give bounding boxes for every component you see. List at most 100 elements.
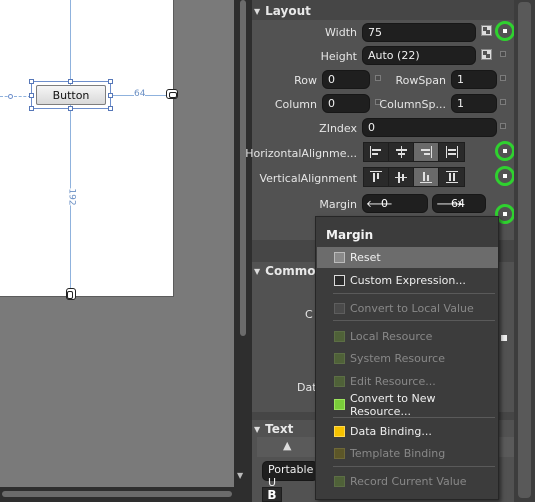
margin-left-field[interactable]: 🡐 0: [362, 194, 428, 213]
resize-handle-bottom-left[interactable]: [29, 106, 34, 111]
common-property-label: C: [305, 308, 313, 321]
bottom-margin-lock-icon[interactable]: [66, 288, 76, 300]
menu-item-reset[interactable]: Reset: [317, 247, 498, 268]
margin-left-value: 0: [381, 197, 388, 210]
bottom-margin-label: 192: [66, 188, 77, 206]
width-auto-icon[interactable]: [481, 25, 492, 36]
horizontal-alignment-advanced-options-marker[interactable]: [495, 141, 515, 161]
align-right-button[interactable]: [414, 143, 439, 161]
resize-handle-top-right[interactable]: [108, 79, 113, 84]
resize-handle-left[interactable]: [29, 93, 34, 98]
height-auto-icon[interactable]: [481, 49, 492, 60]
menu-separator: [333, 466, 495, 467]
data-binding-marker-icon: [334, 426, 345, 437]
font-tab-icon[interactable]: ▲: [283, 439, 291, 452]
rowspan-field[interactable]: 1: [451, 70, 497, 89]
align-center-button[interactable]: [389, 143, 414, 161]
align-center-icon: [395, 146, 407, 158]
font-family-field[interactable]: Portable U: [262, 461, 318, 489]
horizontal-alignment-label: HorizontalAlignme...: [245, 147, 357, 160]
menu-item-label: Edit Resource...: [350, 375, 436, 388]
valign-bottom-button[interactable]: [414, 168, 439, 186]
vertical-alignment-label: VerticalAlignment: [259, 172, 357, 185]
columnspan-options-marker[interactable]: [500, 99, 506, 105]
menu-item-convert-to-local-value: Convert to Local Value: [317, 298, 498, 319]
resize-handle-bottom[interactable]: [68, 106, 73, 111]
collapse-triangle-icon[interactable]: ▼: [254, 425, 260, 434]
vertical-alignment-group: [363, 167, 465, 187]
menu-item-label: System Resource: [350, 352, 445, 365]
margin-label: Margin: [319, 198, 357, 211]
design-button[interactable]: Button: [36, 85, 106, 105]
align-right-icon: [420, 146, 432, 158]
columnspan-field[interactable]: 1: [451, 94, 497, 113]
vertical-guide-top: [70, 0, 71, 86]
menu-item-label: Custom Expression...: [350, 274, 466, 287]
menu-separator: [333, 417, 495, 418]
horizontal-alignment-group: [363, 142, 465, 162]
width-advanced-options-marker[interactable]: [495, 21, 515, 41]
arrow-left-icon: 🡐: [366, 198, 393, 210]
rotation-handle[interactable]: [8, 94, 13, 99]
valign-stretch-button[interactable]: [439, 168, 464, 186]
width-field[interactable]: 75: [362, 23, 476, 42]
arrow-right-icon: 🡒: [436, 198, 463, 210]
new-resource-marker-icon: [334, 399, 345, 410]
menu-item-label: Record Current Value: [350, 475, 467, 488]
resize-handle-top-left[interactable]: [29, 79, 34, 84]
row-options-marker[interactable]: [375, 75, 381, 81]
valign-stretch-icon: [445, 171, 458, 183]
zindex-label: ZIndex: [319, 122, 357, 135]
rowspan-options-marker[interactable]: [500, 75, 506, 81]
system-resource-marker-icon: [334, 353, 345, 364]
menu-item-custom-expression[interactable]: Custom Expression...: [317, 270, 498, 291]
right-margin-lock-icon[interactable]: [166, 89, 178, 99]
align-left-icon: [370, 146, 382, 158]
menu-item-system-resource: System Resource: [317, 348, 498, 369]
common-property-marker[interactable]: [501, 335, 507, 341]
align-left-button[interactable]: [364, 143, 389, 161]
height-field[interactable]: Auto (22): [362, 46, 476, 65]
row-field[interactable]: 0: [322, 70, 370, 89]
columnspan-label: ColumnSp...: [379, 98, 446, 111]
valign-center-icon: [395, 171, 407, 183]
menu-item-record-current-value: Record Current Value: [317, 471, 498, 492]
horizontal-scroll-thumb[interactable]: [2, 491, 232, 497]
height-advanced-options-marker[interactable]: [500, 51, 506, 57]
resize-handle-top[interactable]: [68, 79, 73, 84]
resize-handle-right[interactable]: [108, 93, 113, 98]
zindex-field[interactable]: 0: [362, 118, 497, 137]
local-value-marker-icon: [334, 303, 345, 314]
row-label: Row: [294, 74, 317, 87]
align-stretch-button[interactable]: [439, 143, 464, 161]
collapse-triangle-icon[interactable]: ▼: [254, 7, 260, 16]
text-section-title: Text: [265, 422, 294, 436]
menu-item-label: Convert to Local Value: [350, 302, 474, 315]
artboard[interactable]: [0, 0, 174, 297]
local-resource-marker-icon: [334, 331, 345, 342]
menu-item-data-binding[interactable]: Data Binding...: [317, 421, 498, 442]
margin-right-field[interactable]: 🡒 64: [432, 194, 486, 213]
horizontal-guide-left: [0, 96, 31, 97]
resize-handle-bottom-right[interactable]: [108, 106, 113, 111]
vertical-alignment-advanced-options-marker[interactable]: [495, 166, 515, 186]
custom-expression-marker-icon: [334, 275, 345, 286]
column-field[interactable]: 0: [322, 94, 370, 113]
menu-item-label: Reset: [350, 251, 381, 264]
zindex-options-marker[interactable]: [500, 123, 506, 129]
valign-bottom-icon: [420, 171, 432, 183]
align-stretch-icon: [445, 146, 458, 158]
panel-scroll-thumb[interactable]: [518, 2, 531, 498]
valign-top-icon: [370, 171, 382, 183]
layout-section-header[interactable]: ▼ Layout: [254, 2, 514, 20]
margin-right-value: 64: [451, 197, 465, 210]
valign-top-button[interactable]: [364, 168, 389, 186]
design-surface[interactable]: 64 192 Button: [0, 0, 240, 502]
vertical-scroll-thumb[interactable]: [240, 0, 246, 336]
valign-center-button[interactable]: [389, 168, 414, 186]
bold-button[interactable]: B: [262, 487, 282, 502]
menu-item-convert-to-new-resource[interactable]: Convert to New Resource...: [317, 392, 498, 418]
scroll-down-arrow-icon[interactable]: ▼: [237, 471, 243, 480]
collapse-triangle-icon[interactable]: ▼: [254, 267, 260, 276]
menu-separator: [333, 293, 495, 294]
